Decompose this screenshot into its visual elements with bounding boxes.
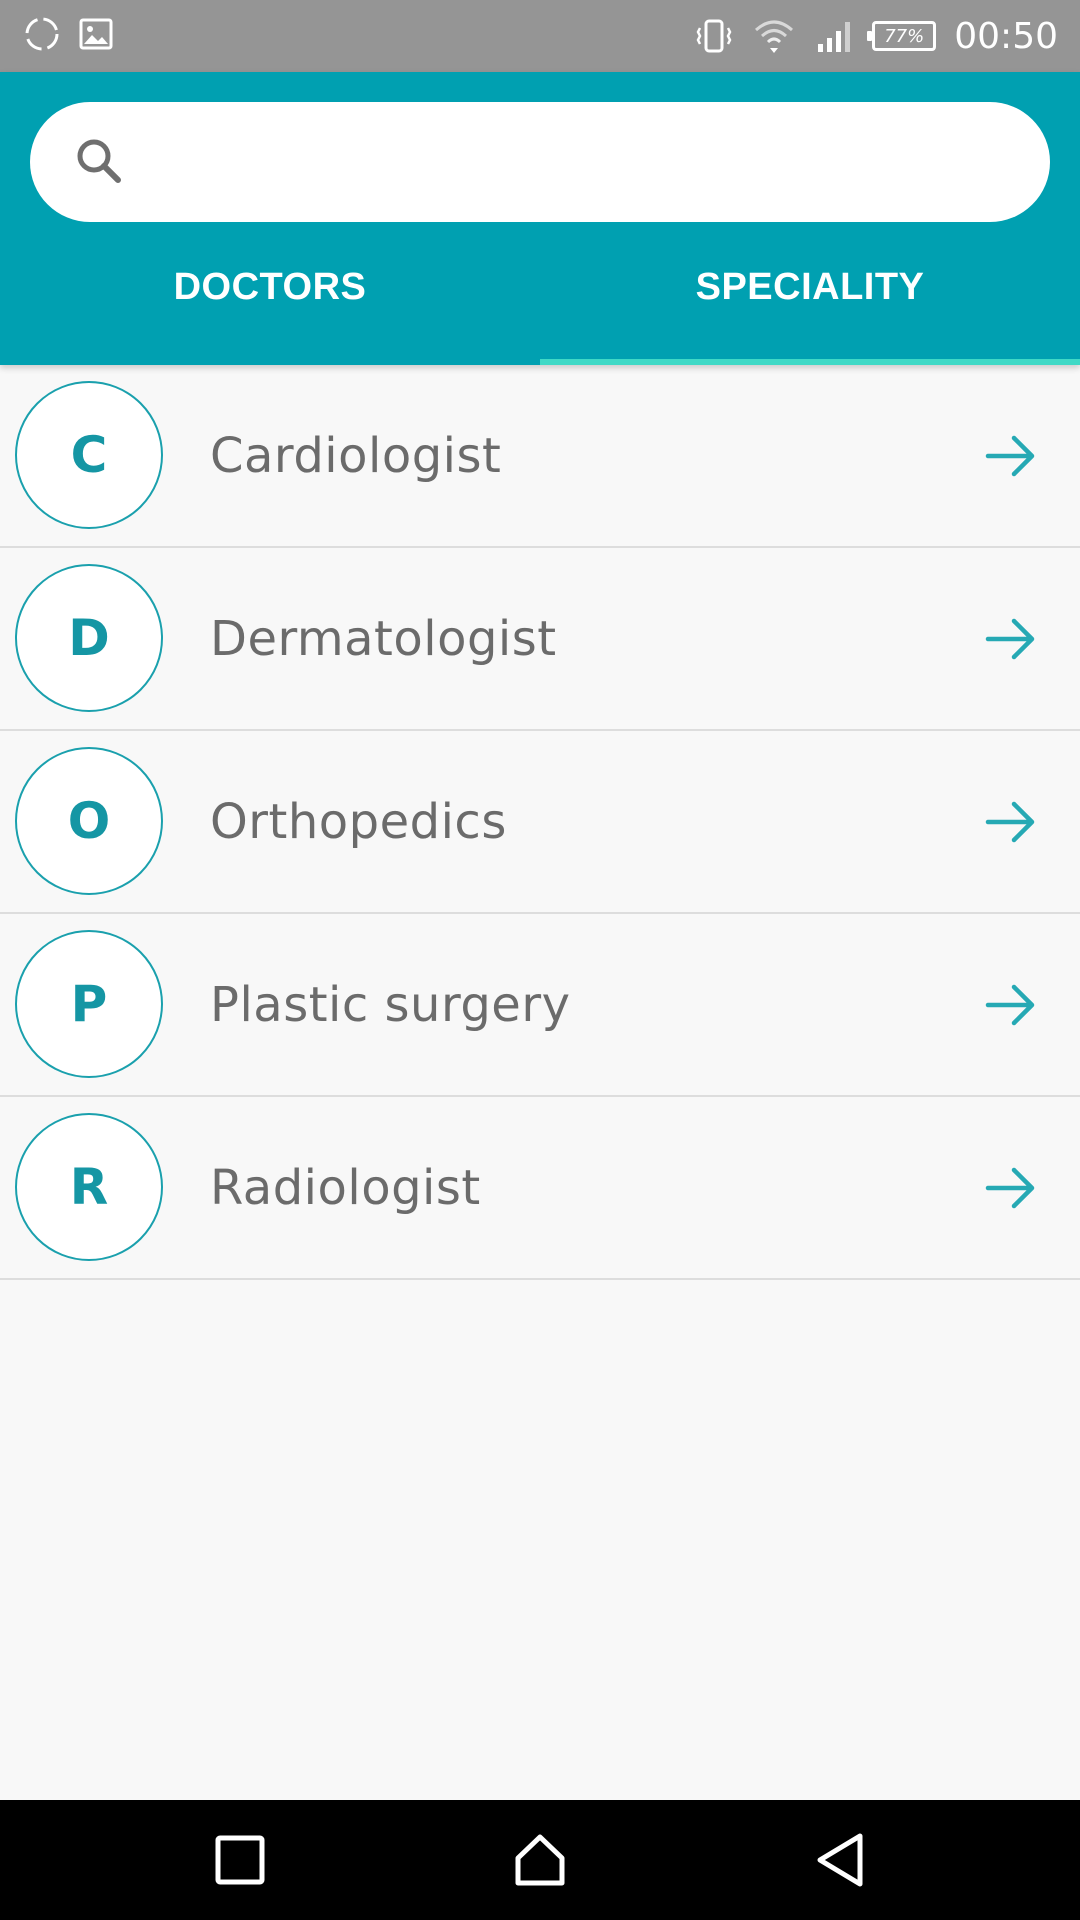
speciality-name: Dermatologist (210, 610, 557, 667)
initial-avatar: D (15, 564, 163, 712)
battery-icon: 77% (867, 21, 937, 51)
initial-avatar: P (15, 930, 163, 1078)
navigation-bar (0, 1800, 1080, 1920)
arrow-right-icon[interactable] (984, 612, 1038, 666)
speciality-name: Orthopedics (210, 793, 507, 850)
initial-avatar: R (15, 1113, 163, 1261)
sync-icon (25, 17, 59, 51)
initial-avatar: C (15, 381, 163, 529)
back-icon[interactable] (812, 1832, 868, 1888)
list-item[interactable]: D Dermatologist (0, 548, 1080, 731)
battery-level: 77% (884, 25, 925, 47)
initial-avatar: O (15, 747, 163, 895)
search-input[interactable] (154, 122, 1050, 202)
status-bar: 77% 00:50 (0, 0, 1080, 72)
arrow-right-icon[interactable] (984, 978, 1038, 1032)
tab-speciality[interactable]: SPECIALITY (540, 240, 1080, 365)
tab-doctors-label: DOCTORS (173, 266, 367, 308)
image-icon (79, 18, 113, 50)
vibrate-icon (696, 19, 732, 53)
status-left (22, 14, 114, 54)
tab-bar: DOCTORS SPECIALITY (0, 240, 1080, 365)
tab-doctors[interactable]: DOCTORS (0, 240, 540, 365)
search-icon (77, 139, 121, 183)
search-bar[interactable] (30, 102, 1050, 222)
list-item[interactable]: O Orthopedics (0, 731, 1080, 914)
app-bar: DOCTORS SPECIALITY (0, 72, 1080, 365)
arrow-right-icon[interactable] (984, 795, 1038, 849)
recents-icon[interactable] (212, 1832, 268, 1888)
status-time: 00:50 (954, 15, 1058, 57)
list-item[interactable]: R Radiologist (0, 1097, 1080, 1280)
tab-speciality-label: SPECIALITY (695, 266, 925, 308)
list-item[interactable]: C Cardiologist (0, 365, 1080, 548)
list-item[interactable]: P Plastic surgery (0, 914, 1080, 1097)
arrow-right-icon[interactable] (984, 429, 1038, 483)
signal-icon (818, 22, 851, 52)
speciality-name: Cardiologist (210, 427, 502, 484)
wifi-icon (755, 20, 794, 53)
arrow-right-icon[interactable] (984, 1161, 1038, 1215)
speciality-name: Radiologist (210, 1159, 481, 1216)
speciality-list: C Cardiologist D Dermatologist O Orthope… (0, 365, 1080, 1280)
status-right: 77% 00:50 (694, 10, 1058, 62)
home-icon[interactable] (512, 1832, 568, 1888)
speciality-name: Plastic surgery (210, 976, 571, 1033)
